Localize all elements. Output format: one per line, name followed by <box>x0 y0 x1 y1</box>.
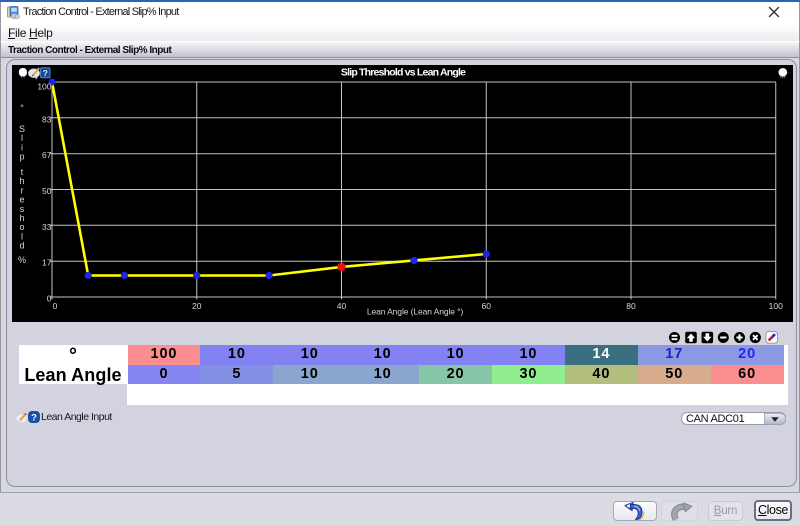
svg-text:20: 20 <box>192 301 202 311</box>
svg-text:33: 33 <box>42 222 52 232</box>
svg-text:100: 100 <box>37 82 51 92</box>
svg-text:°: ° <box>20 103 24 113</box>
svg-text:Lean Angle (Lean Angle °): Lean Angle (Lean Angle °) <box>367 307 464 317</box>
svg-text:60: 60 <box>482 301 492 311</box>
svg-text:d: d <box>19 241 24 251</box>
svg-text:100: 100 <box>769 301 783 311</box>
svg-text:Slip Threshold vs Lean Angle: Slip Threshold vs Lean Angle <box>341 66 466 78</box>
svg-text:67: 67 <box>42 150 52 160</box>
svg-text:40: 40 <box>337 301 347 311</box>
svg-text:%: % <box>18 255 26 265</box>
svg-text:0: 0 <box>53 301 58 311</box>
svg-text:80: 80 <box>626 301 636 311</box>
svg-text:83: 83 <box>42 114 52 124</box>
svg-text:50: 50 <box>42 186 52 196</box>
svg-text:?: ? <box>43 68 48 78</box>
svg-text:p: p <box>19 152 24 162</box>
svg-text:0: 0 <box>47 294 52 304</box>
svg-text:17: 17 <box>42 258 52 268</box>
svg-text:?: ? <box>31 412 37 423</box>
